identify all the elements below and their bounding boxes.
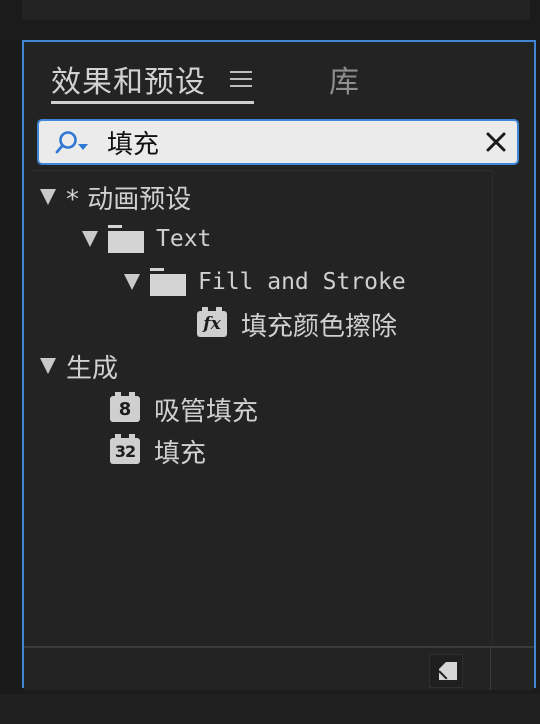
folder-icon (108, 225, 144, 253)
footer-divider (490, 648, 491, 690)
tab-library[interactable]: 库 (329, 56, 359, 101)
triangle-down-icon[interactable] (40, 358, 56, 374)
tree-item-label: Text (156, 226, 212, 252)
tree-item-fill-color-wipe[interactable]: fx 填充颜色擦除 (197, 304, 397, 344)
triangle-down-icon[interactable] (124, 274, 140, 290)
tree-item-fill[interactable]: 32 填充 (110, 431, 206, 471)
panel-menu-icon[interactable] (230, 70, 252, 87)
tree-item-label: 填充颜色擦除 (241, 311, 398, 342)
triangle-down-icon[interactable] (82, 231, 98, 247)
tree-item-fill-stroke-folder[interactable]: Fill and Stroke (124, 262, 406, 302)
left-panel-edge (0, 40, 22, 694)
tree-item-eyedropper-fill[interactable]: 8 吸管填充 (110, 389, 258, 429)
tree-item-label: Fill and Stroke (198, 269, 406, 295)
bit-depth-32-icon: 32 (110, 434, 140, 464)
tree-item-label: 吸管填充 (154, 396, 259, 427)
tree-item-label: 生成 (66, 353, 119, 384)
new-folder-button[interactable] (429, 654, 463, 688)
effect-preset-icon: fx (197, 307, 227, 337)
scrollbar-track[interactable] (492, 170, 515, 645)
tree-item-label: * 动画预设 (66, 184, 192, 215)
bit-depth-8-icon: 8 (110, 392, 140, 422)
tree-item-animation-presets[interactable]: * 动画预设 (40, 177, 191, 217)
search-icon[interactable] (55, 130, 89, 156)
top-panel-strip (0, 0, 540, 40)
search-field (37, 119, 519, 165)
close-icon[interactable] (485, 131, 507, 153)
effects-presets-panel: 效果和预设 库 * 动画预设 Text (22, 40, 536, 690)
search-input[interactable] (107, 125, 467, 159)
tab-library-label: 库 (329, 64, 359, 100)
triangle-down-icon[interactable] (40, 189, 56, 205)
tree-item-label: 填充 (154, 438, 207, 469)
effects-tree: * 动画预设 Text Fill and Stroke fx 填充颜色擦除 生成… (32, 170, 492, 646)
tab-effects-presets[interactable]: 效果和预设 (51, 56, 254, 104)
tab-effects-presets-label: 效果和预设 (51, 64, 206, 100)
bottom-panel-strip (0, 694, 540, 724)
tree-item-text-folder[interactable]: Text (82, 219, 211, 259)
new-folder-icon-fold (439, 662, 446, 669)
folder-icon (150, 268, 186, 296)
tree-item-generate[interactable]: 生成 (40, 346, 118, 386)
panel-footer (24, 646, 534, 690)
top-panel-inner (22, 0, 530, 20)
